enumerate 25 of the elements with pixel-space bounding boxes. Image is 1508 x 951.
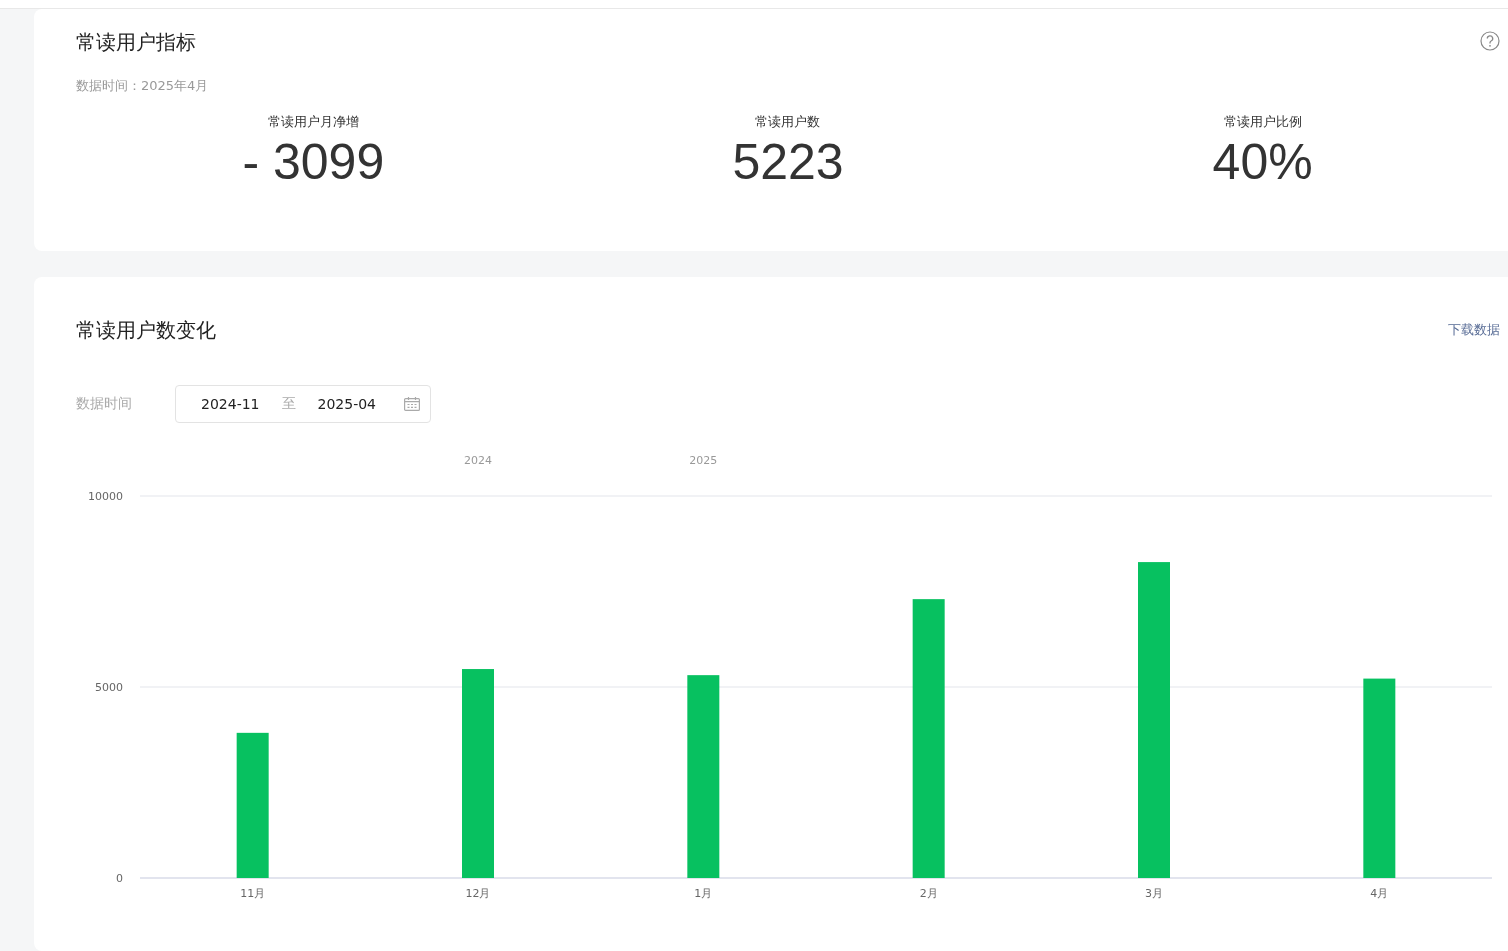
- help-icon[interactable]: [1480, 31, 1500, 51]
- y-axis-label: 10000: [88, 490, 123, 503]
- x-axis-label: 11月: [240, 887, 266, 900]
- metric-value: 5223: [732, 133, 844, 192]
- metric-value: - 3099: [242, 133, 385, 192]
- filter-label: 数据时间: [76, 395, 133, 413]
- download-link[interactable]: 下载数据: [1448, 321, 1500, 339]
- x-axis-label: 3月: [1145, 887, 1163, 900]
- x-axis-label: 12月: [465, 887, 491, 900]
- metric-label: 常读用户数: [755, 113, 821, 131]
- y-axis-label: 0: [116, 872, 123, 885]
- calendar-icon: [404, 397, 420, 411]
- section-title: 常读用户数变化: [76, 317, 216, 344]
- metric-label: 常读用户比例: [1223, 113, 1302, 131]
- x-axis-label: 4月: [1370, 887, 1389, 900]
- metric-label: 常读用户月净增: [267, 113, 359, 131]
- y-axis-label: 5000: [95, 681, 123, 694]
- year-label: 2025: [689, 454, 718, 467]
- date-range-field[interactable]: 2024-11 至 2025-04: [175, 385, 431, 423]
- x-axis-label: 1月: [694, 887, 713, 900]
- data-time-text: 数据时间：2025年4月: [76, 77, 210, 95]
- x-axis-label: 2月: [919, 887, 938, 900]
- section-title: 常读用户指标: [76, 29, 196, 56]
- metric-value: 40%: [1212, 133, 1313, 192]
- year-label: 2024: [464, 454, 492, 467]
